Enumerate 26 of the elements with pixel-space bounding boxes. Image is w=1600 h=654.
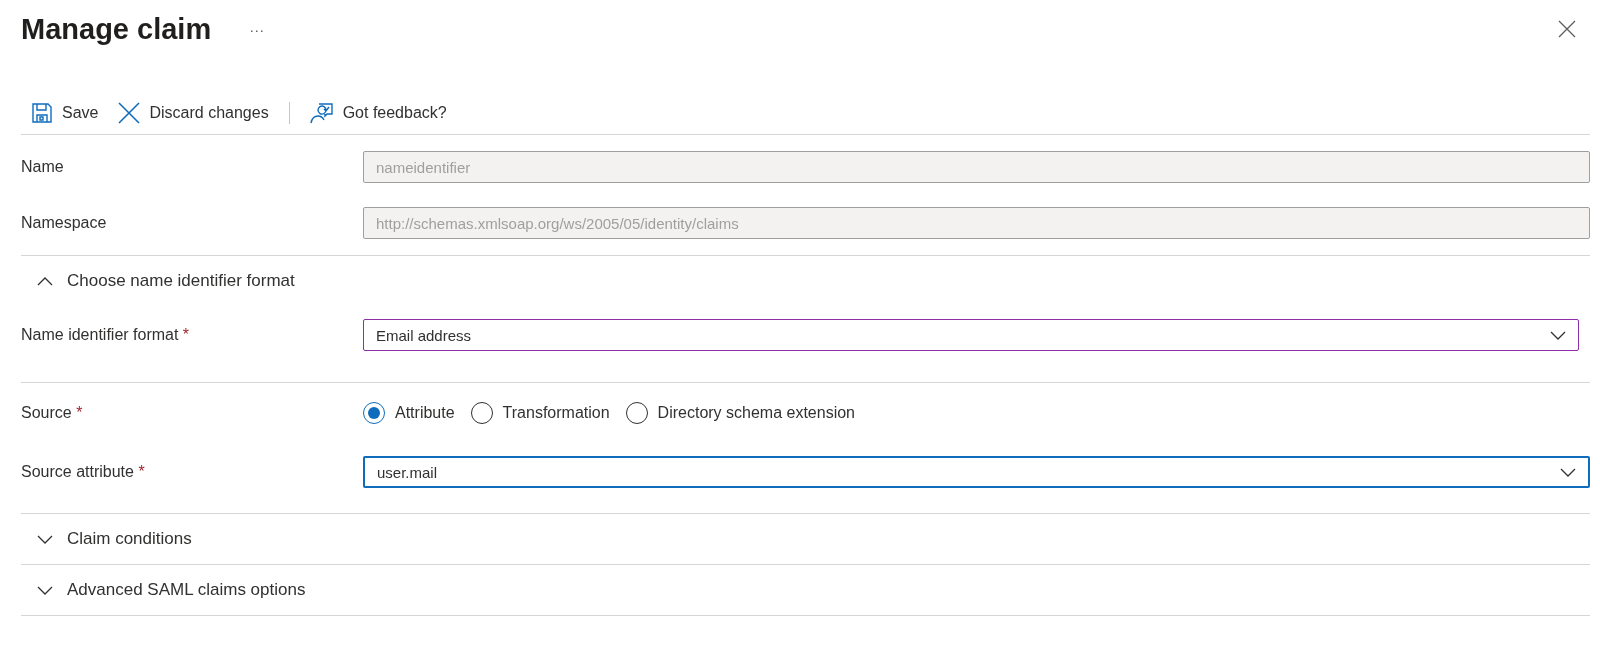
section-header[interactable]: Claim conditions xyxy=(21,514,192,564)
more-button[interactable]: ··· xyxy=(245,20,269,38)
chevron-down-icon xyxy=(1550,330,1566,340)
dropdown-field[interactable]: user.mail xyxy=(363,456,1590,488)
field-label: Namespace xyxy=(21,214,108,232)
radio-option[interactable]: Attribute xyxy=(363,402,455,424)
field-label: Source * xyxy=(21,404,84,422)
save-icon xyxy=(31,102,53,124)
chevron-down-icon xyxy=(1560,467,1576,477)
chevron-down-icon xyxy=(37,585,53,595)
panel-title: Manage claim xyxy=(21,12,212,46)
field-label: Source attribute * xyxy=(21,463,146,481)
toolbar-button[interactable]: Got feedback? xyxy=(299,102,457,124)
chevron-down-icon xyxy=(37,534,53,544)
radio-option[interactable]: Transformation xyxy=(470,402,610,424)
field-label: Name identifier format * xyxy=(21,326,191,344)
section-header[interactable]: Choose name identifier format xyxy=(21,256,295,306)
chevron-up-icon xyxy=(37,276,53,286)
toolbar-button[interactable]: Discard changes xyxy=(108,102,279,124)
toolbar-button[interactable]: Save xyxy=(21,102,109,124)
dropdown-field[interactable]: Email address xyxy=(363,319,1579,351)
section-header[interactable]: Advanced SAML claims options xyxy=(21,565,306,615)
feedback-person-icon xyxy=(309,102,334,124)
field-label: Name xyxy=(21,158,65,176)
close-icon xyxy=(118,102,141,124)
radio-option[interactable]: Directory schema extension xyxy=(625,402,855,424)
